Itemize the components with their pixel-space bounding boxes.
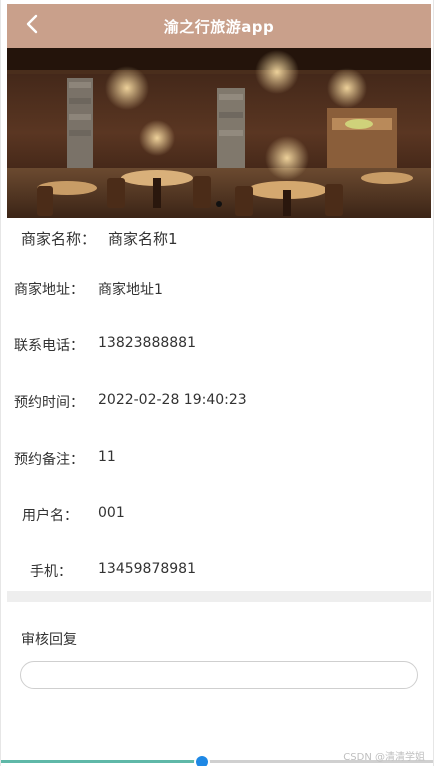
field-value: 商家地址1: [98, 282, 163, 298]
field-value: 11: [98, 449, 116, 465]
field-value: 001: [98, 505, 125, 521]
field-value: 2022-02-28 19:40:23: [98, 392, 247, 408]
field-label: 手机：: [30, 564, 72, 580]
field-label: 用户名：: [22, 508, 78, 524]
field-label: 联系电话：: [14, 338, 84, 354]
merchant-photo: [7, 48, 431, 218]
field-label: 商家地址：: [14, 282, 84, 298]
merchant-name-label: 商家名称：: [21, 230, 97, 248]
field-value: 13459878981: [98, 561, 196, 577]
section-divider: [7, 591, 431, 602]
review-reply-input[interactable]: [20, 661, 418, 689]
app-screen: 渝之行旅游app 商家名称： 商家名称1 商家地址： 商家地址1 联系电话： 1…: [0, 0, 434, 766]
field-value: 13823888881: [98, 335, 196, 351]
bottom-scroll-progress: [1, 760, 201, 763]
watermark: CSDN @清清学姐: [343, 752, 425, 763]
merchant-name-value: 商家名称1: [108, 230, 178, 248]
field-label: 预约时间：: [14, 395, 84, 411]
field-label: 预约备注：: [14, 452, 84, 468]
page-title: 渝之行旅游app: [163, 18, 275, 36]
review-reply-label: 审核回复: [21, 632, 77, 648]
top-navigation-bar: 渝之行旅游app: [7, 4, 431, 48]
scroll-handle[interactable]: [196, 756, 208, 766]
